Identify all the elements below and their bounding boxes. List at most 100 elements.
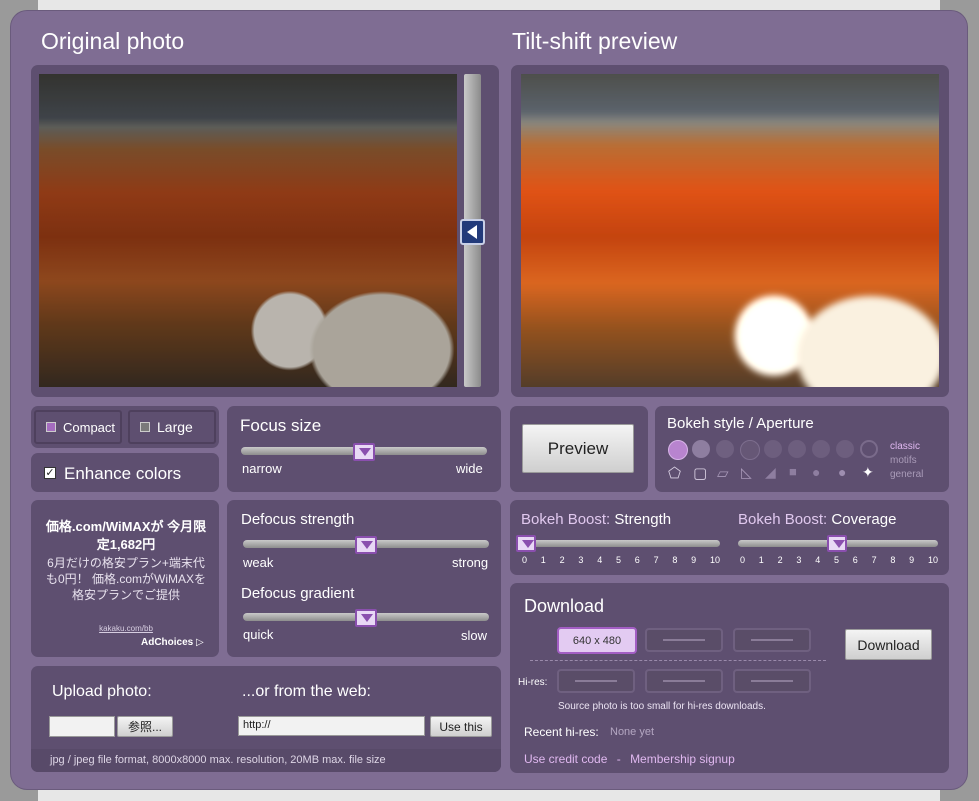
triangle-outline-icon[interactable]: ◺ [741, 464, 752, 481]
enhance-checkbox[interactable]: ✓ [44, 467, 56, 479]
star-icon[interactable]: ✦ [862, 464, 874, 481]
preview-button[interactable]: Preview [522, 424, 634, 473]
defocus-strength-title: Defocus strength [241, 511, 355, 528]
size-640x480-option[interactable]: 640 x 480 [557, 627, 637, 654]
ad-title[interactable]: 価格.com/WiMAXが 今月限定1,682円 [42, 518, 210, 554]
bokeh-category-classic[interactable]: classic [890, 441, 920, 452]
triangle-icon[interactable]: ◢ [765, 464, 776, 481]
boost-strength-tick-1: 1 [540, 555, 546, 565]
bokeh-circle-6[interactable] [812, 440, 830, 458]
hires-slot-1 [557, 669, 635, 693]
square-filled-icon[interactable]: ■ [789, 464, 797, 479]
bokeh-title: Bokeh style / Aperture [667, 415, 814, 432]
large-label: Large [157, 419, 193, 435]
large-swatch-icon [140, 422, 150, 432]
bokeh-category-general[interactable]: general [890, 469, 923, 480]
boost-coverage-prefix: Bokeh Boost: [738, 511, 828, 528]
hires-slot-3 [733, 669, 811, 693]
boost-strength-tick-6: 6 [634, 555, 640, 565]
boost-strength-tick-9: 9 [691, 555, 697, 565]
boost-strength-tick-7: 7 [653, 555, 659, 565]
ad-body[interactable]: 6月だけの格安プラン+端末代も0円！ 価格.comがWiMAXを格安プランでご提… [42, 555, 210, 603]
boost-strength-handle[interactable] [516, 535, 536, 552]
compact-option[interactable]: Compact [34, 410, 122, 444]
boost-strength-tick-0: 0 [522, 555, 528, 565]
use-credit-code-link[interactable]: Use credit code [524, 752, 607, 766]
boost-strength-track[interactable] [520, 540, 720, 547]
web-upload-title: ...or from the web: [242, 683, 371, 700]
parallelogram-icon[interactable]: ▱ [717, 464, 729, 482]
file-name-field[interactable] [49, 716, 115, 737]
defocus-gradient-handle[interactable] [355, 609, 377, 627]
download-button[interactable]: Download [845, 629, 932, 660]
boost-coverage-tick-0: 0 [740, 555, 746, 565]
membership-signup-link[interactable]: Membership signup [630, 752, 735, 766]
focus-size-handle[interactable] [353, 443, 375, 461]
compact-label: Compact [63, 419, 116, 435]
boost-coverage-tick-1: 1 [758, 555, 764, 565]
boost-coverage-tick-6: 6 [852, 555, 858, 565]
square-icon[interactable]: ▢ [693, 464, 707, 482]
bokeh-circle-7[interactable] [836, 440, 854, 458]
url-input[interactable]: http:// [238, 716, 425, 736]
boost-coverage-tick-3: 3 [796, 555, 802, 565]
large-option[interactable]: Large [128, 410, 216, 444]
circle-filled-icon[interactable]: ● [812, 464, 820, 480]
boost-strength-ticks: 0 1 2 3 4 5 6 7 8 9 10 [522, 555, 720, 565]
pentagon-icon[interactable]: ⬠ [668, 464, 681, 482]
bokeh-circle-5[interactable] [788, 440, 806, 458]
bokeh-circle-4[interactable] [740, 440, 760, 460]
boost-coverage-ticks: 0 1 2 3 4 5 6 7 8 9 10 [740, 555, 938, 565]
defocus-strength-handle[interactable] [355, 536, 377, 554]
defocus-strength-max: strong [452, 555, 489, 570]
preview-heading: Tilt-shift preview [512, 28, 678, 54]
focus-size-title: Focus size [240, 416, 322, 435]
browse-button[interactable]: 参照... [117, 716, 173, 737]
upload-title: Upload photo: [52, 683, 152, 700]
focus-size-min: narrow [242, 461, 282, 476]
recent-hires-label: Recent hi-res: [524, 725, 599, 739]
boost-strength-tick-2: 2 [559, 555, 565, 565]
bokeh-circle-2[interactable] [692, 440, 710, 458]
bokeh-category-motifs[interactable]: motifs [890, 455, 917, 466]
arrow-left-icon [467, 225, 477, 239]
recent-hires-value: None yet [610, 726, 655, 738]
hires-note: Source photo is too small for hi-res dow… [558, 701, 766, 712]
download-links: Use credit code - Membership signup [524, 752, 735, 766]
tilt-shift-preview-image [521, 74, 939, 387]
boost-coverage-tick-7: 7 [871, 555, 877, 565]
boost-strength-name: Strength [614, 511, 672, 528]
hires-label: Hi-res: [518, 677, 548, 688]
boost-coverage-tick-10: 10 [927, 555, 938, 565]
hires-slot-2 [645, 669, 723, 693]
ad-url[interactable]: kakaku.com/bb [42, 624, 210, 633]
boost-coverage-tick-5: 5 [833, 555, 839, 565]
bokeh-ring[interactable] [860, 440, 878, 458]
compact-swatch-icon [46, 422, 56, 432]
focus-position-handle[interactable] [460, 219, 485, 245]
original-photo [39, 74, 457, 387]
ad-choices[interactable]: AdChoices ▷ [141, 637, 204, 648]
boost-strength-tick-5: 5 [615, 555, 621, 565]
link-separator: - [616, 752, 621, 766]
boost-coverage-tick-2: 2 [777, 555, 783, 565]
boost-strength-tick-4: 4 [597, 555, 603, 565]
bokeh-hexagon[interactable] [764, 440, 782, 458]
boost-coverage-name: Coverage [831, 511, 897, 528]
defocus-gradient-title: Defocus gradient [241, 585, 355, 602]
size-slot-2 [645, 628, 723, 652]
use-this-button[interactable]: Use this [430, 716, 492, 737]
boost-coverage-tick-4: 4 [815, 555, 821, 565]
boost-coverage-tick-9: 9 [909, 555, 915, 565]
blob-icon[interactable]: ● [838, 464, 846, 480]
upload-note: jpg / jpeg file format, 8000x8000 max. r… [50, 754, 386, 766]
boost-coverage-handle[interactable] [827, 535, 847, 552]
download-divider [530, 660, 826, 661]
download-title: Download [524, 596, 605, 616]
boost-strength-tick-8: 8 [672, 555, 678, 565]
boost-strength-tick-3: 3 [578, 555, 584, 565]
bokeh-circle-3[interactable] [716, 440, 734, 458]
defocus-gradient-max: slow [461, 628, 488, 643]
bokeh-circle-selected[interactable] [668, 440, 688, 460]
boost-strength-title: Bokeh Boost: Strength [521, 511, 671, 528]
